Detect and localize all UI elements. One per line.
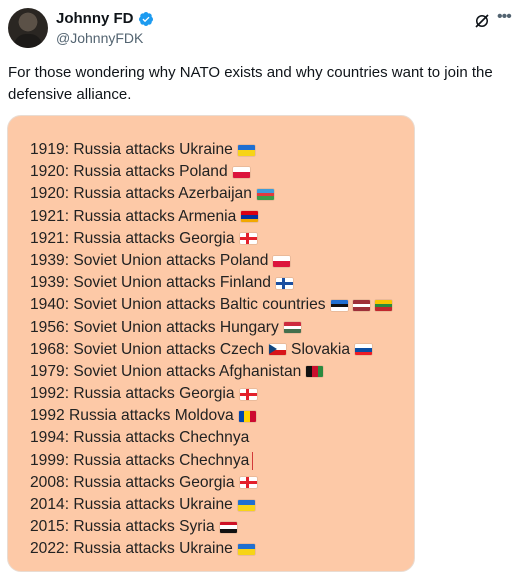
syria-flag-icon [219,521,237,533]
timeline-entry: 1919: Russia attacks Ukraine [30,139,392,161]
author-avatar[interactable] [8,8,48,48]
moldova-flag-icon [238,410,256,422]
timeline-entry-text: 1992: Russia attacks Georgia [30,385,235,403]
timeline-entry-text: 1939: Soviet Union attacks Finland [30,274,271,292]
ukraine-flag-icon [237,543,255,555]
verified-badge-icon [138,12,153,26]
timeline-entry-text: 1920: Russia attacks Poland [30,163,228,181]
timeline-entry: 1968: Soviet Union attacks Czech Slovakia [30,339,392,361]
more-options-icon[interactable]: ••• [497,8,512,26]
timeline-entry: 1940: Soviet Union attacks Baltic countr… [30,294,392,316]
timeline-entry-text: 1992 Russia attacks Moldova [30,407,234,425]
afghanistan-flag-icon [306,366,324,378]
timeline-entry-text: 1919: Russia attacks Ukraine [30,141,233,158]
avatar-figure [14,34,42,48]
georgia-flag-icon [239,233,257,245]
czech-flag-icon [269,344,287,356]
timeline-entry: 1921: Russia attacks Armenia [30,206,392,228]
timeline-entry-suffix: Slovakia [291,340,350,358]
timeline-entry-text: 1921: Russia attacks Georgia [30,229,235,247]
timeline-entry-text: 1940: Soviet Union attacks Baltic countr… [30,296,326,314]
timeline-entry-text: 1994: Russia attacks Chechnya [30,429,250,447]
azerbaijan-flag-icon [256,188,274,200]
latvia-flag-icon [352,299,370,311]
timeline-entry-text: 1999: Russia attacks Chechnya [30,451,250,469]
timeline-entry-text: 2008: Russia attacks Georgia [30,473,235,491]
slovakia-flag-icon [355,344,372,356]
timeline-entry: 1939: Soviet Union attacks Poland [30,250,392,272]
hungary-flag-icon [283,322,301,334]
timeline-entry: 1999: Russia attacks Chechnya [30,450,392,472]
poland-flag-icon [232,166,250,178]
timeline-entry: 1994: Russia attacks Chechnya [30,427,392,449]
timeline-entry: 2015: Russia attacks Syria [30,516,392,538]
grok-icon[interactable] [473,12,491,30]
timeline-entry-text: 1920: Russia attacks Azerbaijan [30,185,252,203]
timeline-list: 1919: Russia attacks Ukraine 1920: Russia… [30,139,392,561]
timeline-entry-text: 1968: Soviet Union attacks Czech [30,340,265,358]
timeline-entry: 1956: Soviet Union attacks Hungary [30,317,392,339]
timeline-entry-text: 2014: Russia attacks Ukraine [30,496,233,513]
timeline-entry-text: 1921: Russia attacks Armenia [30,207,237,225]
author-handle[interactable]: @JohnnyFDK [56,30,143,47]
armenia-flag-icon [241,211,259,223]
author-name-row: Johnny FD [56,10,154,28]
timeline-entry: 1979: Soviet Union attacks Afghanistan [30,361,392,383]
timeline-entry: 1992: Russia attacks Georgia [30,383,392,405]
timeline-entry: 2008: Russia attacks Georgia [30,472,392,494]
finland-flag-icon [275,277,293,289]
estonia-flag-icon [330,299,348,311]
timeline-entry-text: 1956: Soviet Union attacks Hungary [30,318,279,336]
timeline-entry: 1920: Russia attacks Azerbaijan [30,183,392,205]
poland-flag-icon [273,255,291,267]
author-name[interactable]: Johnny FD [56,10,134,28]
timeline-entry: 1939: Soviet Union attacks Finland [30,272,392,294]
timeline-entry: 1992 Russia attacks Moldova [30,405,392,427]
ukraine-flag-icon [237,499,255,511]
georgia-flag-icon [239,388,257,400]
timeline-entry-text: 2022: Russia attacks Ukraine [30,540,233,558]
timeline-entry: 1921: Russia attacks Georgia [30,228,392,250]
georgia-flag-icon [239,477,257,489]
text-cursor [252,451,254,470]
timeline-entry-text: 1939: Soviet Union attacks Poland [30,251,269,269]
tweet-text: For those wondering why NATO exists and … [8,64,493,103]
timeline-entry-text: 2015: Russia attacks Syria [30,518,215,536]
timeline-entry: 1920: Russia attacks Poland [30,161,392,183]
timeline-entry: 2022: Russia attacks Ukraine [30,538,392,560]
lithuania-flag-icon [374,299,392,311]
tweet-media-image[interactable]: 1919: Russia attacks Ukraine 1920: Russia… [7,115,415,572]
timeline-entry-text: 1979: Soviet Union attacks Afghanistan [30,362,302,380]
timeline-entry: 2014: Russia attacks Ukraine [30,494,392,516]
ukraine-flag-icon [237,144,255,156]
